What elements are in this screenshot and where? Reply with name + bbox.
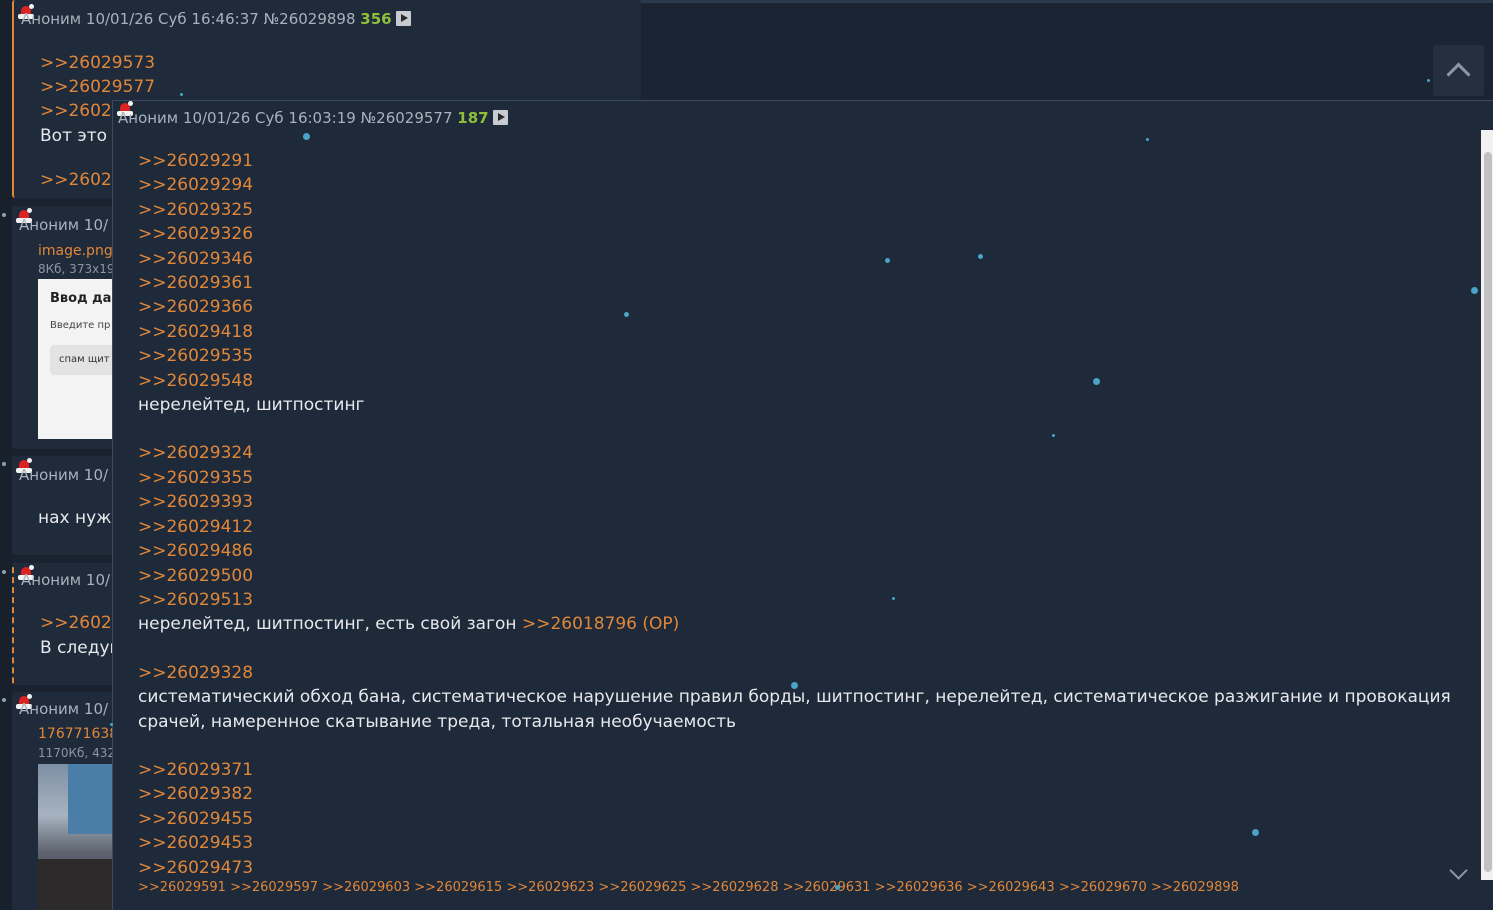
reply-link[interactable]: >>26029355 <box>138 466 1458 490</box>
reply-link[interactable]: >>26029535 <box>138 344 1458 368</box>
post-header: Аноним 10/ <box>19 700 108 718</box>
scroll-up-button[interactable] <box>1433 45 1484 96</box>
snowflake <box>835 885 840 890</box>
reply-link[interactable]: >>26029412 <box>138 515 1458 539</box>
thumb-field: спам щит <box>50 345 120 375</box>
reply-link[interactable]: >>26029548 <box>138 369 1458 393</box>
snowflake <box>1471 287 1478 294</box>
post-text: В следук <box>40 638 120 658</box>
post-text: систематический обход бана, систематичес… <box>138 687 1451 708</box>
snowflake <box>303 133 310 140</box>
reply-link[interactable]: >>26029291 <box>138 149 1458 173</box>
post-text: Вот это р <box>40 126 124 146</box>
scrollbar-thumb[interactable] <box>1484 152 1492 872</box>
rail-dot <box>2 570 6 574</box>
post-number[interactable]: №26029898 <box>264 10 356 28</box>
post-header: Аноним 10/ <box>19 216 108 234</box>
post-datetime: 10/01/26 Суб 16:46:37 <box>85 10 259 28</box>
reply-link[interactable]: >>26029371 <box>138 758 1458 782</box>
reply-link[interactable]: >>26029366 <box>138 295 1458 319</box>
thumb-text: Введите пр <box>50 320 111 331</box>
post-header: Аноним 10/01/26 Суб 16:46:37 №26029898 3… <box>21 10 411 28</box>
reply-link[interactable]: >>26029326 <box>138 222 1458 246</box>
file-meta: 8Кб, 373х19 <box>38 262 115 276</box>
post-datetime: 10/ <box>83 216 109 234</box>
post-author: Аноним <box>19 700 80 718</box>
empty-area <box>642 3 1493 100</box>
post-text-line: нерелейтед, шитпостинг, есть свой загон … <box>138 612 1458 636</box>
post-datetime: 10/ <box>83 466 109 484</box>
post-text: срачей, намеренное скатывание треда, тот… <box>138 711 737 732</box>
snowflake <box>892 597 895 600</box>
post-datetime: 10/ <box>85 571 111 589</box>
file-meta: 1170Кб, 432 <box>38 746 115 760</box>
post-author: Аноним <box>21 571 82 589</box>
reply-link[interactable]: >>26029324 <box>138 441 1458 465</box>
play-icon[interactable] <box>492 110 508 125</box>
reply-link[interactable]: >>26029382 <box>138 782 1458 806</box>
snowflake <box>1093 378 1100 385</box>
post-text: нерелейтед, шитпостинг, есть свой загон <box>138 614 517 635</box>
snowflake <box>791 682 798 689</box>
scroll-down-button[interactable] <box>1447 862 1471 886</box>
play-icon[interactable] <box>395 11 411 26</box>
reply-link[interactable]: >>26029294 <box>138 173 1458 197</box>
reply-link[interactable]: >>26029486 <box>138 539 1458 563</box>
rail-dot <box>2 213 6 217</box>
rail-dot <box>2 698 6 702</box>
snowflake <box>1146 138 1149 141</box>
op-reference-link[interactable]: >>26018796 (OP) <box>522 614 679 634</box>
snowflake <box>1427 79 1430 82</box>
post-count: 187 <box>457 109 489 127</box>
reply-link[interactable]: >>26029328 <box>138 661 1458 685</box>
post-number[interactable]: №26029577 <box>361 109 453 127</box>
post-header: Аноним 10/01/26 Суб 16:03:19 №26029577 1… <box>118 109 508 127</box>
snowflake <box>978 254 983 259</box>
post-body: >>26029291 >>26029294 >>26029325 >>26029… <box>138 149 1458 880</box>
post-header: Аноним 10/ <box>21 571 110 589</box>
post-author: Аноним <box>21 10 82 28</box>
reply-link[interactable]: >>26029325 <box>138 198 1458 222</box>
snowflake <box>1052 434 1055 437</box>
post-author: Аноним <box>19 216 80 234</box>
snowflake <box>110 723 113 726</box>
post-datetime: 10/01/26 Суб 16:03:19 <box>182 109 356 127</box>
photo-shape <box>68 764 113 834</box>
snowflake <box>1252 829 1259 836</box>
post-datetime: 10/ <box>83 700 109 718</box>
reply-link[interactable]: >>26029573 <box>40 53 155 73</box>
post-author: Аноним <box>118 109 179 127</box>
photo-shape <box>38 859 118 910</box>
image-thumbnail[interactable]: Ввод дан Введите пр спам щит <box>38 279 121 439</box>
post-text: нах нужн <box>38 508 123 528</box>
reply-link[interactable]: >>26029361 <box>138 271 1458 295</box>
thread-page: Аноним 10/01/26 Суб 16:46:37 №26029898 3… <box>0 0 1493 910</box>
post-author: Аноним <box>19 466 80 484</box>
image-thumbnail[interactable] <box>38 764 118 910</box>
post-text: нерелейтед, шитпостинг <box>138 395 365 416</box>
thumb-text: спам щит <box>59 354 110 365</box>
replies-list[interactable]: >>26029591 >>26029597 >>26029603 >>26029… <box>138 880 1239 895</box>
reply-link[interactable]: >>26029577 <box>40 77 155 97</box>
file-name-link[interactable]: image.png <box>38 243 113 259</box>
post-header: Аноним 10/ <box>19 466 108 484</box>
reply-link[interactable]: >>26029418 <box>138 320 1458 344</box>
file-name-link[interactable]: 176771638 <box>38 726 118 742</box>
rail-dot <box>2 462 6 466</box>
reply-link[interactable]: >>26029513 <box>138 588 1458 612</box>
snowflake <box>624 312 629 317</box>
snowflake <box>885 258 890 263</box>
post-count: 356 <box>360 10 392 28</box>
reply-link[interactable]: >>26029393 <box>138 490 1458 514</box>
snowflake <box>180 93 183 96</box>
reply-link[interactable]: >>26029473 <box>138 856 1458 880</box>
thumb-text: Ввод дан <box>50 291 121 306</box>
left-rail <box>0 0 12 910</box>
reply-link[interactable]: >>26029455 <box>138 807 1458 831</box>
reply-link[interactable]: >>26029453 <box>138 831 1458 855</box>
reply-link[interactable]: >>26029346 <box>138 247 1458 271</box>
reply-link[interactable]: >>26029500 <box>138 564 1458 588</box>
post-preview-popup: Аноним 10/01/26 Суб 16:03:19 №26029577 1… <box>112 100 1493 910</box>
